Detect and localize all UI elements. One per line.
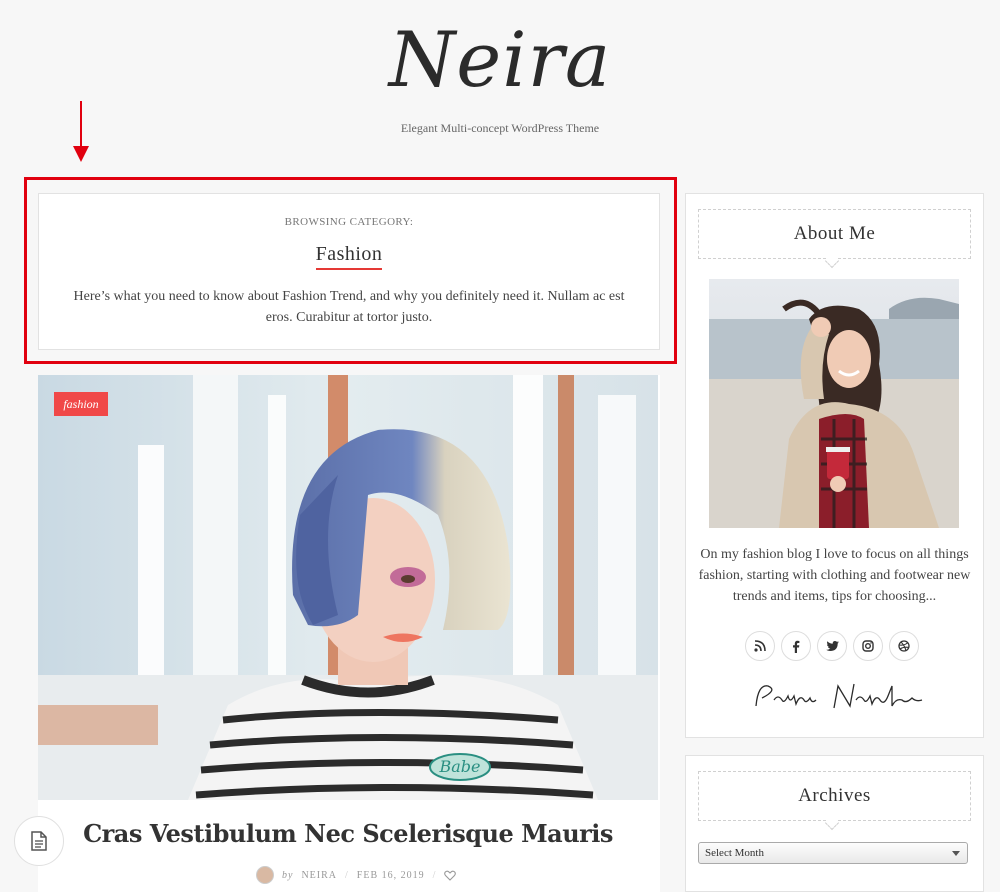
about-me-title: About Me xyxy=(698,209,971,259)
facebook-button[interactable] xyxy=(781,631,811,661)
twitter-button[interactable] xyxy=(817,631,847,661)
rss-button[interactable] xyxy=(745,631,775,661)
archives-title: Archives xyxy=(698,771,971,821)
site-title[interactable]: Neira xyxy=(0,18,1000,102)
post-title[interactable]: Cras Vestibulum Nec Scelerisque Mauris xyxy=(38,819,658,848)
twitter-icon xyxy=(825,640,839,651)
category-name: Fashion xyxy=(315,243,383,270)
post-card: Babe fashion Cras Vestibulum Nec Sceleri… xyxy=(38,375,660,892)
rss-icon xyxy=(754,640,766,652)
post-date: FEB 16, 2019 xyxy=(356,869,425,881)
heart-icon[interactable] xyxy=(444,870,457,881)
dribbble-button[interactable] xyxy=(889,631,919,661)
site-tagline: Elegant Multi-concept WordPress Theme xyxy=(400,121,600,135)
archives-widget: Archives Select Month xyxy=(685,755,984,892)
shirt-text: Babe xyxy=(438,757,480,776)
author-avatar[interactable] xyxy=(256,866,274,884)
category-header: BROWSING CATEGORY: Fashion Here’s what y… xyxy=(38,193,660,350)
meta-separator: / xyxy=(432,869,437,881)
about-me-text: On my fashion blog I love to focus on al… xyxy=(698,547,971,604)
about-me-photo xyxy=(709,279,959,528)
post-meta: by NEIRA / FEB 16, 2019 / xyxy=(256,865,457,885)
document-float-button[interactable] xyxy=(14,816,64,866)
social-links xyxy=(745,631,919,661)
post-featured-image[interactable]: Babe fashion xyxy=(38,375,658,800)
document-icon xyxy=(31,831,47,851)
chevron-down-icon xyxy=(952,851,960,856)
archives-month-select[interactable]: Select Month xyxy=(698,842,968,864)
author-name[interactable]: NEIRA xyxy=(301,870,337,881)
category-pre-label: BROWSING CATEGORY: xyxy=(284,216,414,228)
archives-select-value: Select Month xyxy=(705,847,764,859)
meta-separator: / xyxy=(345,869,349,881)
annotation-arrow-icon xyxy=(73,101,89,162)
signature-image xyxy=(755,683,923,709)
instagram-icon xyxy=(862,640,874,652)
instagram-button[interactable] xyxy=(853,631,883,661)
about-me-widget: About Me On my fashion blog I love to fo… xyxy=(685,193,984,738)
facebook-icon xyxy=(793,640,800,653)
author-prefix: by xyxy=(282,869,294,881)
dribbble-icon xyxy=(898,640,910,652)
post-category-tag[interactable]: fashion xyxy=(54,392,108,416)
category-description: Here’s what you need to know about Fashi… xyxy=(73,289,625,325)
